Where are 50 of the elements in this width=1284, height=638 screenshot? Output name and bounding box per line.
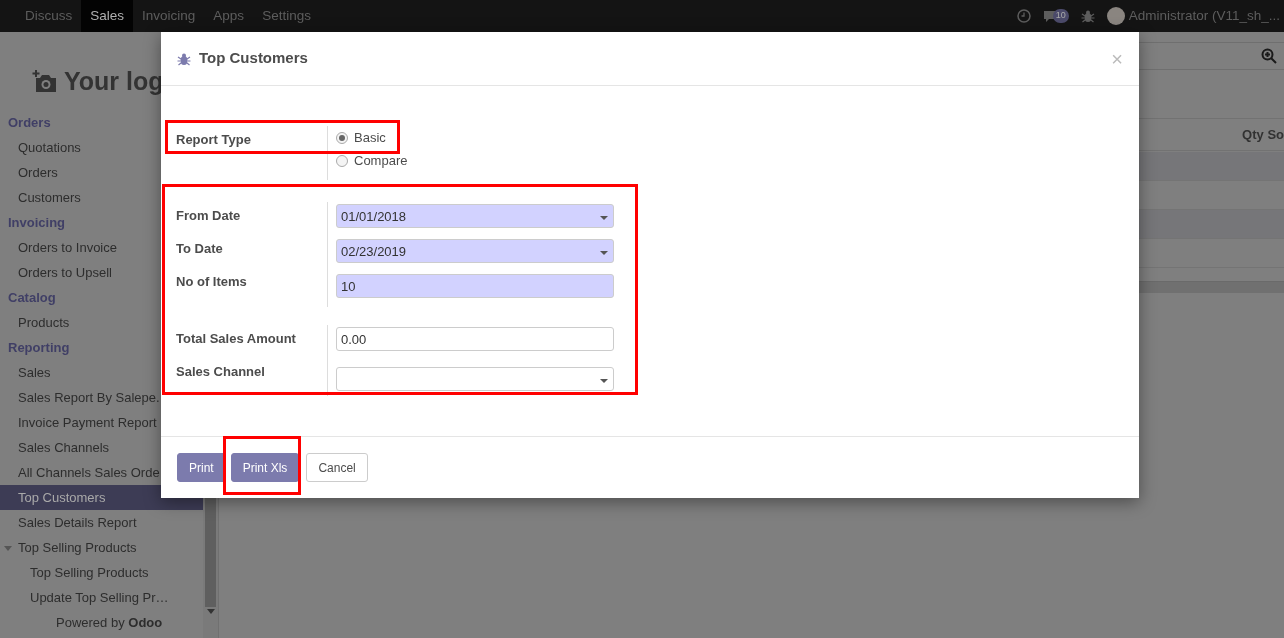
logo-text: Your log xyxy=(64,66,164,98)
sidebar-item[interactable]: Sales Details Report xyxy=(0,510,204,535)
field-label: No of Items xyxy=(176,273,248,291)
dialog-title: Top Customers xyxy=(199,48,308,69)
dropdown-field[interactable] xyxy=(336,367,614,391)
dialog-button[interactable]: Print xyxy=(177,453,226,482)
section-title: Invoicing xyxy=(7,214,67,232)
radio-option[interactable]: Basic xyxy=(336,126,386,149)
sidebar-item[interactable]: Top Selling Products xyxy=(0,560,204,585)
field-label: Report Type xyxy=(176,131,252,149)
search-icon xyxy=(1261,48,1277,64)
radio-button[interactable] xyxy=(336,154,348,167)
powered-by-text: Powered by Odoo xyxy=(55,614,164,632)
sidebar-item[interactable]: Top Selling Products xyxy=(0,535,204,560)
clock-icon[interactable] xyxy=(1016,9,1031,23)
bug-icon xyxy=(177,51,191,66)
menu-item[interactable]: Invoicing xyxy=(133,0,205,32)
close-button[interactable]: × xyxy=(1111,48,1123,69)
field-label: From Date xyxy=(176,207,242,225)
sidebar-item[interactable]: Update Top Selling Pr… xyxy=(0,585,204,610)
avatar[interactable] xyxy=(1106,7,1125,25)
input-field[interactable]: 10 xyxy=(336,274,614,298)
menu-item[interactable]: Settings xyxy=(253,0,320,32)
field-label: Total Sales Amount xyxy=(176,330,297,348)
caret-icon xyxy=(600,216,608,220)
radio-option[interactable]: Compare xyxy=(336,149,408,172)
column-header[interactable]: Qty So xyxy=(1242,124,1284,145)
section-title: Reporting xyxy=(7,339,71,357)
date-field[interactable]: 01/01/2018 xyxy=(336,204,614,228)
menu-item[interactable]: Sales xyxy=(81,0,134,32)
dialog-button[interactable]: Cancel xyxy=(306,453,368,482)
date-field[interactable]: 02/23/2019 xyxy=(336,239,614,263)
caret-icon xyxy=(600,251,608,255)
camera-icon xyxy=(32,70,58,94)
menu-item[interactable]: Discuss xyxy=(16,0,82,32)
bug-icon[interactable] xyxy=(1080,9,1095,23)
radio-button[interactable] xyxy=(336,131,348,144)
menu-item[interactable]: Apps xyxy=(204,0,254,32)
message-count-badge: 10 xyxy=(1052,9,1069,23)
field-label: Sales Channel xyxy=(176,363,266,381)
scroll-down-icon xyxy=(207,609,215,614)
caret-icon xyxy=(600,379,608,383)
chat-icon[interactable] xyxy=(1042,9,1057,23)
field-label: To Date xyxy=(176,240,224,258)
section-title: Catalog xyxy=(7,289,57,307)
caret-icon xyxy=(4,543,12,552)
section-title: Orders xyxy=(7,114,52,132)
input-field[interactable]: 0.00 xyxy=(336,327,614,351)
dialog-button[interactable]: Print Xls xyxy=(230,453,300,482)
user-name[interactable]: Administrator (V11_sh_... xyxy=(1128,5,1280,27)
